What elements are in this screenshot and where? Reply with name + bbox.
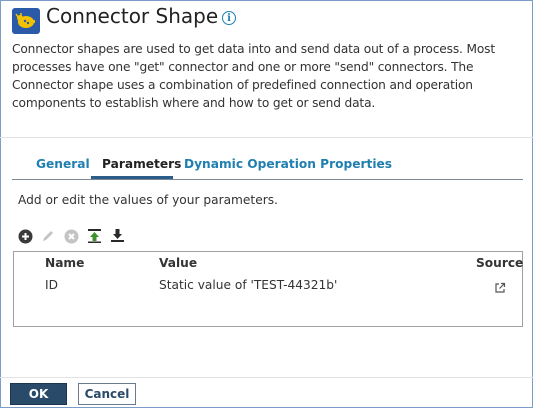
tab-parameters[interactable]: Parameters	[102, 157, 181, 171]
active-tab-indicator	[91, 176, 173, 179]
ok-button[interactable]: OK	[10, 383, 67, 405]
column-header-name: Name	[45, 256, 85, 270]
tab-dynamic-operation-properties[interactable]: Dynamic Operation Properties	[184, 157, 392, 171]
move-up-icon[interactable]	[86, 228, 102, 244]
parameters-subtitle: Add or edit the values of your parameter…	[18, 193, 278, 207]
parameters-table: Name Value Source ID Static value of 'TE…	[13, 251, 523, 327]
divider	[0, 137, 533, 138]
page-title: Connector Shape	[46, 4, 219, 28]
row-value-cell[interactable]: Static value of 'TEST-44321b'	[159, 278, 337, 292]
connector-icon	[12, 8, 40, 34]
tab-bar: General Parameters Dynamic Operation Pro…	[12, 153, 523, 180]
external-link-icon[interactable]	[494, 279, 506, 293]
column-header-source: Source	[476, 256, 524, 270]
add-icon[interactable]	[17, 228, 33, 244]
description-text: Connector shapes are used to get data in…	[12, 42, 495, 110]
dialog-footer: OK Cancel	[0, 377, 533, 409]
remove-icon[interactable]	[63, 228, 79, 244]
column-header-value: Value	[159, 256, 198, 270]
row-name-cell[interactable]: ID	[45, 278, 58, 292]
tab-general[interactable]: General	[36, 157, 90, 171]
move-down-icon[interactable]	[109, 228, 125, 244]
cancel-button[interactable]: Cancel	[78, 383, 136, 405]
edit-icon[interactable]	[40, 228, 56, 244]
info-icon[interactable]: i	[222, 11, 236, 25]
